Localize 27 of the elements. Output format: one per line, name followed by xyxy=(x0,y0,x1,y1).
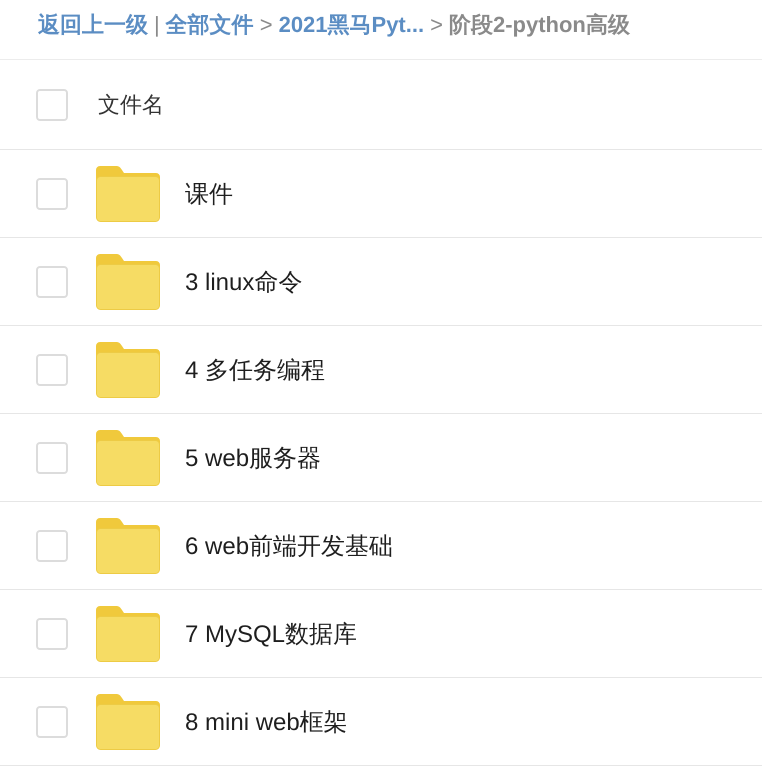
folder-name[interactable]: 4 多任务编程 xyxy=(185,354,326,386)
row-checkbox[interactable] xyxy=(36,706,68,738)
folder-name[interactable]: 课件 xyxy=(185,178,233,210)
folder-name[interactable]: 3 linux命令 xyxy=(185,266,302,298)
folder-icon xyxy=(96,430,160,486)
row-checkbox[interactable] xyxy=(36,178,68,210)
row-checkbox[interactable] xyxy=(36,266,68,298)
breadcrumb-current: 阶段2-python高级 xyxy=(448,11,630,39)
breadcrumb-separator: | xyxy=(154,11,160,39)
folder-name[interactable]: 5 web服务器 xyxy=(185,442,322,474)
folder-name[interactable]: 8 mini web框架 xyxy=(185,706,348,738)
row-checkbox[interactable] xyxy=(36,354,68,386)
folder-name[interactable]: 7 MySQL数据库 xyxy=(185,618,358,650)
column-header[interactable]: 文件名 xyxy=(98,90,164,120)
folder-name[interactable]: 6 web前端开发基础 xyxy=(185,530,394,562)
row-checkbox[interactable] xyxy=(36,618,68,650)
folder-icon xyxy=(96,518,160,574)
folder-icon xyxy=(96,606,160,662)
breadcrumb-arrow: > xyxy=(430,11,443,39)
folder-icon xyxy=(96,166,160,222)
breadcrumb-arrow: > xyxy=(260,11,273,39)
folder-icon xyxy=(96,342,160,398)
row-checkbox[interactable] xyxy=(36,442,68,474)
row-checkbox[interactable] xyxy=(36,530,68,562)
folder-icon xyxy=(96,254,160,310)
folder-icon xyxy=(96,694,160,750)
select-all-checkbox[interactable] xyxy=(36,88,68,120)
